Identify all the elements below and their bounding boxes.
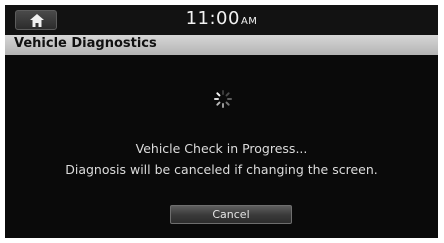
title-bar: Vehicle Diagnostics bbox=[5, 35, 438, 55]
page-title: Vehicle Diagnostics bbox=[14, 36, 157, 51]
progress-message: Vehicle Check in Progress... bbox=[135, 141, 308, 156]
head-unit-screen: 11:00AM Vehicle Diagnostics Vehicle Chec… bbox=[5, 5, 438, 238]
clock-am-pm: AM bbox=[240, 16, 258, 27]
status-bar: 11:00AM bbox=[5, 5, 438, 35]
clock: 11:00AM bbox=[5, 8, 438, 29]
cancel-warning-message: Diagnosis will be canceled if changing t… bbox=[65, 162, 378, 177]
cancel-button[interactable]: Cancel bbox=[170, 205, 292, 224]
clock-time: 11:00 bbox=[185, 8, 240, 29]
loading-spinner-icon bbox=[214, 90, 232, 108]
